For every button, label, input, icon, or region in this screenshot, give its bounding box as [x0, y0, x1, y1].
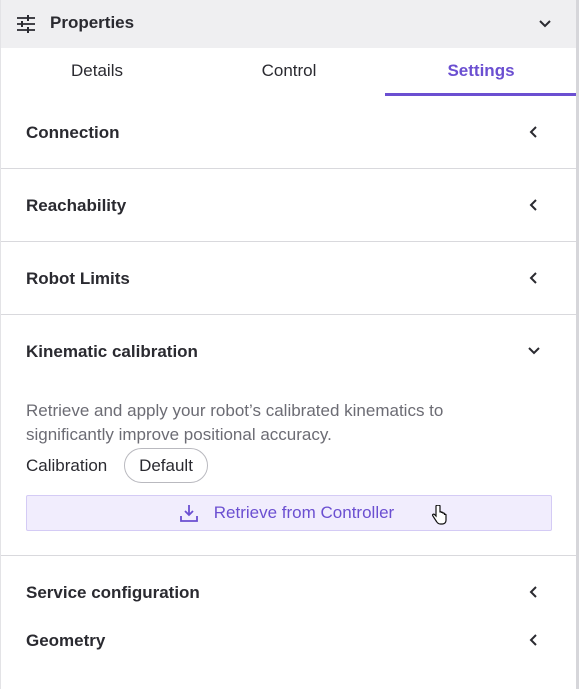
section-reachability: Reachability	[1, 169, 577, 242]
section-robot-limits-header[interactable]: Robot Limits	[1, 242, 577, 314]
section-reachability-header[interactable]: Reachability	[1, 169, 577, 241]
section-service-title: Service configuration	[26, 583, 200, 602]
tab-bar: Details Control Settings	[1, 48, 577, 96]
section-connection: Connection	[1, 96, 577, 169]
section-kinematic-header[interactable]: Kinematic calibration	[1, 315, 577, 387]
download-icon	[179, 505, 198, 522]
section-service-configuration: Service configuration	[1, 556, 577, 616]
tab-settings[interactable]: Settings	[385, 48, 577, 96]
chevron-left-icon	[529, 199, 537, 211]
chevron-down-icon[interactable]	[538, 17, 552, 31]
chevron-left-icon	[529, 272, 537, 284]
section-geometry: Geometry	[1, 616, 577, 676]
panel-title: Properties	[50, 13, 135, 32]
chevron-left-icon	[529, 126, 537, 138]
section-connection-title: Connection	[26, 123, 120, 142]
kinematic-description: Retrieve and apply your robot’s calibrat…	[26, 401, 444, 444]
sliders-icon	[17, 15, 35, 33]
chevron-left-icon	[529, 634, 537, 646]
calibration-value-chip: Default	[124, 448, 208, 483]
section-robot-limits: Robot Limits	[1, 242, 577, 315]
tab-control[interactable]: Control	[193, 48, 385, 96]
tab-details[interactable]: Details	[1, 48, 193, 96]
calibration-label: Calibration	[26, 456, 108, 475]
chevron-left-icon	[529, 586, 537, 598]
panel-header[interactable]: Properties	[1, 0, 577, 48]
properties-panel: Properties Details Control Settings Conn…	[0, 0, 577, 689]
section-service-header[interactable]: Service configuration	[1, 556, 577, 616]
section-connection-header[interactable]: Connection	[1, 96, 577, 168]
section-reachability-title: Reachability	[26, 196, 127, 215]
chevron-down-icon	[528, 347, 540, 355]
section-robot-limits-title: Robot Limits	[26, 269, 130, 288]
retrieve-from-controller-button[interactable]: Retrieve from Controller	[26, 495, 552, 531]
section-kinematic-title: Kinematic calibration	[26, 342, 198, 361]
retrieve-button-label: Retrieve from Controller	[213, 503, 395, 522]
hand-pointer-icon	[431, 505, 447, 525]
section-geometry-title: Geometry	[26, 631, 106, 650]
section-geometry-header[interactable]: Geometry	[1, 616, 577, 676]
